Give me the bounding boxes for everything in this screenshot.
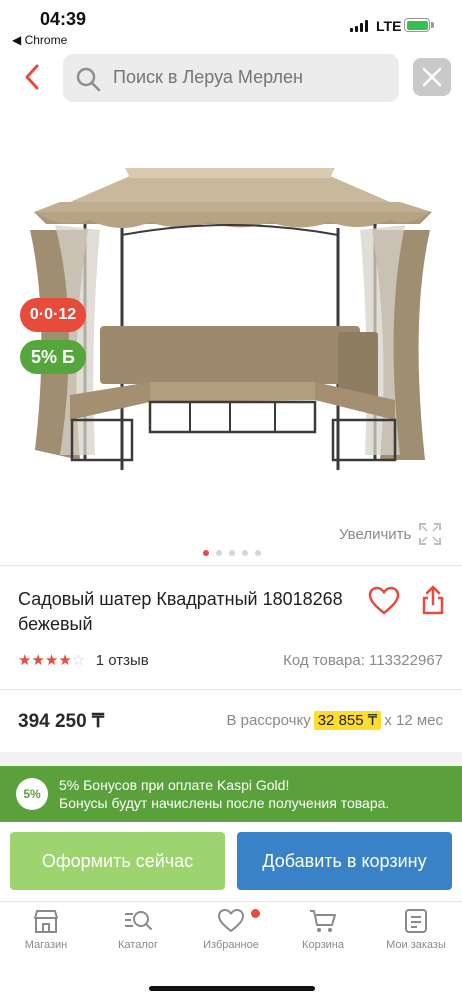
bonus-line-2: Бонусы будут начислены после получения т… — [59, 795, 390, 811]
divider — [0, 689, 462, 690]
reviews-count[interactable]: 1 отзыв — [96, 652, 149, 669]
home-indicator[interactable] — [149, 986, 315, 991]
bonus-percent-badge: 5% — [16, 778, 48, 810]
expand-icon[interactable] — [418, 522, 442, 546]
tab-favorites[interactable]: Избранное — [185, 908, 277, 951]
favorites-notification-dot — [251, 909, 260, 918]
search-box[interactable] — [63, 54, 399, 102]
search-header — [0, 50, 462, 110]
status-bar: 04:39 ◀ Chrome LTE — [0, 0, 462, 50]
orders-icon — [405, 909, 427, 933]
kaspi-bonus-banner: 5% 5% Бонусов при оплате Kaspi Gold! Бон… — [0, 766, 462, 822]
tab-label: Мои заказы — [386, 939, 446, 951]
back-to-app-link[interactable]: ◀ Chrome — [12, 33, 67, 47]
tab-label: Корзина — [302, 939, 344, 951]
section-separator — [0, 752, 462, 766]
tab-orders[interactable]: Мои заказы — [370, 908, 462, 951]
zoom-label[interactable]: Увеличить — [339, 526, 411, 543]
product-gallery[interactable]: 0·0·12 5% Б Увеличить — [0, 120, 462, 560]
chevron-left-icon — [25, 64, 39, 90]
rating[interactable]: ★★★★☆ 1 отзыв — [18, 651, 149, 670]
pagination-dot[interactable] — [216, 550, 222, 556]
battery-icon — [404, 18, 434, 32]
heart-icon — [218, 909, 244, 932]
bonus-text: 5% Бонусов при оплате Kaspi Gold! Бонусы… — [59, 776, 389, 812]
signal-icon — [350, 20, 370, 32]
product-price: 394 250 ₸ — [18, 711, 105, 732]
bottom-tab-bar: Магазин Каталог Избранное Корзина Мои за… — [0, 901, 462, 999]
pagination-dot[interactable] — [203, 550, 209, 556]
network-type: LTE — [376, 18, 402, 34]
status-time: 04:39 — [40, 9, 87, 29]
close-button[interactable] — [413, 58, 451, 96]
product-sku: Код товара: 113322967 — [283, 652, 443, 669]
divider — [0, 565, 462, 566]
close-icon — [422, 67, 442, 87]
product-title: Садовый шатер Квадратный 18018268 бежевы… — [18, 589, 343, 634]
favorite-heart-icon[interactable] — [368, 586, 400, 616]
tab-shop[interactable]: Магазин — [0, 908, 92, 951]
tab-cart[interactable]: Корзина — [277, 908, 369, 951]
buy-now-button[interactable]: Оформить сейчас — [10, 832, 225, 890]
tab-catalog[interactable]: Каталог — [92, 908, 184, 951]
installment-term: x 12 мес — [384, 712, 443, 729]
cart-icon — [310, 910, 336, 932]
tab-label: Избранное — [203, 939, 259, 951]
installment-badge: 0·0·12 — [20, 298, 86, 332]
installment-amount: 32 855 ₸ — [313, 711, 382, 730]
installment-prefix: В рассрочку — [226, 712, 311, 729]
share-icon[interactable] — [421, 585, 445, 615]
pagination-dot[interactable] — [242, 550, 248, 556]
shop-icon — [34, 910, 58, 933]
bonus-badge: 5% Б — [20, 340, 86, 374]
tab-label: Магазин — [24, 939, 68, 951]
back-button[interactable] — [18, 62, 48, 92]
gallery-pagination[interactable] — [203, 543, 268, 561]
pagination-dot[interactable] — [229, 550, 235, 556]
catalog-search-icon — [125, 911, 152, 930]
add-to-cart-button[interactable]: Добавить в корзину — [237, 832, 452, 890]
installment-info: В рассрочку 32 855 ₸ x 12 мес — [226, 711, 443, 730]
bonus-line-1: 5% Бонусов при оплате Kaspi Gold! — [59, 777, 290, 793]
search-input[interactable] — [113, 67, 383, 88]
search-icon — [76, 67, 101, 92]
pagination-dot[interactable] — [255, 550, 261, 556]
rating-stars: ★★★★☆ — [18, 652, 86, 669]
tab-label: Каталог — [118, 939, 158, 951]
